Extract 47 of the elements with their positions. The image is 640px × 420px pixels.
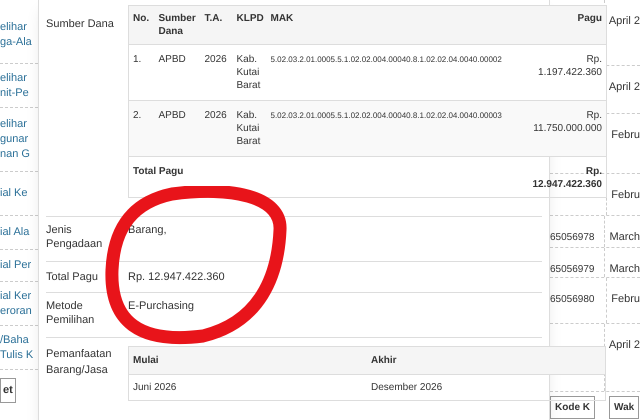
date-cell: April 2 [608,81,640,93]
field-label: Total Pagu [46,270,99,284]
table-cell: APBD [154,100,200,156]
field-label: Pemanfaatan Barang/Jasa [46,347,112,378]
list-link[interactable]: elihar [0,117,38,132]
field-label: Metode Pemilihan [46,299,96,327]
table-button[interactable]: et [0,378,16,402]
date-cell: Febru [611,189,640,201]
list-link[interactable]: elihar [0,20,38,34]
table-cell: 2026 [200,100,232,156]
column-header-button[interactable]: Wak [609,396,640,419]
date-cell: March [609,231,640,243]
table-header: Akhir [367,346,606,374]
date-cell: March [609,263,640,275]
list-link[interactable]: ial Ker [0,288,38,304]
table-cell: Juni 2026 [128,374,367,400]
field-value: Rp. 12.947.422.360 [128,270,225,284]
table-cell: 2. [128,100,154,156]
date-cell: April 2 [608,15,640,27]
total-value: Rp. 12.947.422.360 [532,166,602,190]
list-link[interactable]: ial Ala [0,225,38,240]
date-cell: Febru [611,129,640,141]
table-cell: 5.02.03.2.01.0005.5.1.02.02.004.00040.8.1.02.02.04.0040.00003 [266,100,518,156]
list-link[interactable]: ga-Ala [0,34,38,50]
total-label: Total Pagu [133,166,184,177]
table-cell: Kab. Kutai Barat [232,100,266,156]
list-link[interactable]: nit-Pe [0,86,38,100]
code-cell: 65056978 [550,232,594,243]
field-value: E-Purchasing [128,299,194,314]
list-link[interactable]: ial Per [0,258,38,273]
list-link[interactable]: /Baha [0,332,38,348]
list-link[interactable]: eroran [0,304,38,318]
table-cell: Rp. 11.750.000.000 [518,100,606,156]
field-label: Sumber Dana [46,18,114,30]
date-cell: April 2 [608,339,640,351]
list-link[interactable]: Tulis K [0,348,38,362]
list-link[interactable]: elihar [0,70,38,86]
code-cell: 65056980 [550,294,594,305]
list-link[interactable]: ial Ke [0,186,38,201]
list-link[interactable]: nan G [0,147,38,162]
field-label: Jenis Pengadaan [46,223,104,251]
column-header-button[interactable]: Kode K [550,396,595,419]
table-header: Mulai [128,346,367,374]
code-cell: 65056979 [550,264,594,275]
date-cell: Febru [611,293,640,305]
list-link[interactable]: gunar [0,132,38,147]
field-value: Barang, [128,223,167,238]
